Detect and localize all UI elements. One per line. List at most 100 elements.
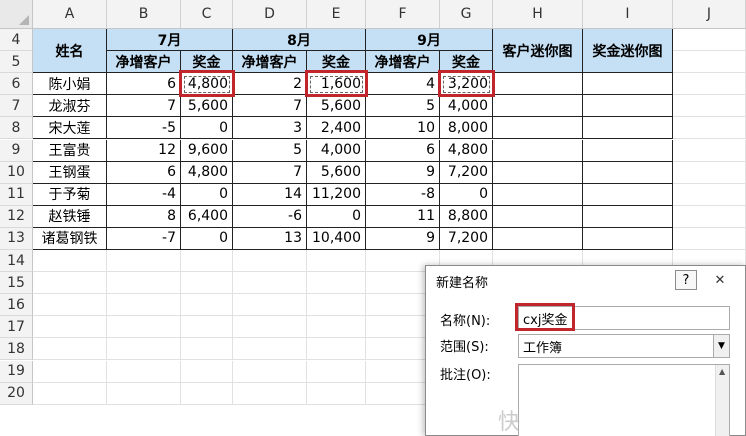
cell[interactable] — [33, 272, 107, 295]
cell-customers[interactable]: 7 — [233, 95, 307, 118]
cell[interactable] — [673, 161, 746, 184]
column-header-h[interactable]: H — [493, 0, 583, 29]
cell-bonus[interactable]: 10,400 — [307, 227, 366, 250]
cell[interactable] — [107, 316, 181, 339]
cell-name[interactable]: 龙淑芬 — [33, 95, 107, 118]
cell-bonus[interactable]: 1,600 — [307, 73, 366, 96]
cell-customers[interactable]: 12 — [107, 139, 181, 162]
cell-customers[interactable]: -7 — [107, 227, 181, 250]
cell[interactable] — [33, 338, 107, 361]
column-header-d[interactable]: D — [233, 0, 307, 29]
column-header-f[interactable]: F — [366, 0, 440, 29]
row-header-7[interactable]: 7 — [0, 95, 33, 118]
header-name[interactable]: 姓名 — [33, 29, 107, 74]
cell-bonus[interactable]: 7,200 — [440, 227, 493, 250]
comment-scrollbar[interactable]: ▲ — [715, 365, 729, 436]
cell-name[interactable]: 王富贵 — [33, 139, 107, 162]
cell-customer-sparkline[interactable] — [493, 227, 583, 250]
cell[interactable] — [107, 382, 181, 405]
cell[interactable] — [673, 227, 746, 250]
cell[interactable] — [33, 382, 107, 405]
cell-bonus[interactable]: 0 — [307, 205, 366, 228]
cell[interactable] — [33, 294, 107, 317]
cell-customers[interactable]: -4 — [107, 183, 181, 206]
cell[interactable] — [233, 382, 307, 405]
cell-bonus[interactable]: 2,400 — [307, 117, 366, 140]
scope-select[interactable]: 工作簿 ▼ — [518, 334, 730, 358]
cell[interactable] — [673, 29, 746, 52]
row-header-4[interactable]: 4 — [0, 29, 33, 52]
cell[interactable] — [181, 316, 233, 339]
cell[interactable] — [107, 250, 181, 273]
cell[interactable] — [307, 338, 366, 361]
cell-bonus-sparkline[interactable] — [583, 205, 673, 228]
cell-bonus-sparkline[interactable] — [583, 95, 673, 118]
cell-customers[interactable]: 9 — [366, 161, 440, 184]
cell-bonus[interactable]: 8,000 — [440, 117, 493, 140]
cell-customers[interactable]: 3 — [233, 117, 307, 140]
cell-customer-sparkline[interactable] — [493, 117, 583, 140]
cell[interactable] — [181, 250, 233, 273]
row-header-14[interactable]: 14 — [0, 250, 33, 273]
header-bonus[interactable]: 奖金 — [440, 51, 493, 74]
cell-bonus-sparkline[interactable] — [583, 139, 673, 162]
cell-name[interactable]: 赵铁锤 — [33, 205, 107, 228]
cell-customers[interactable]: 2 — [233, 73, 307, 96]
header-bonus[interactable]: 奖金 — [307, 51, 366, 74]
cell[interactable] — [107, 272, 181, 295]
row-header-11[interactable]: 11 — [0, 183, 33, 206]
cell[interactable] — [673, 95, 746, 118]
row-header-9[interactable]: 9 — [0, 139, 33, 162]
header-customer-sparkline[interactable]: 客户迷你图 — [493, 29, 583, 74]
cell[interactable] — [673, 139, 746, 162]
cell-customer-sparkline[interactable] — [493, 139, 583, 162]
cell-name[interactable]: 陈小娟 — [33, 73, 107, 96]
cell-bonus[interactable]: 9,600 — [181, 139, 233, 162]
row-header-20[interactable]: 20 — [0, 382, 33, 405]
cell-bonus-sparkline[interactable] — [583, 227, 673, 250]
row-header-15[interactable]: 15 — [0, 272, 33, 295]
cell-bonus[interactable]: 8,800 — [440, 205, 493, 228]
header-customers[interactable]: 净增客户 — [233, 51, 307, 74]
cell[interactable] — [233, 338, 307, 361]
cell[interactable] — [181, 294, 233, 317]
name-input[interactable]: cxj奖金 — [518, 306, 730, 330]
column-header-e[interactable]: E — [307, 0, 366, 29]
row-header-6[interactable]: 6 — [0, 73, 33, 96]
cell-name[interactable]: 宋大莲 — [33, 117, 107, 140]
cell[interactable] — [233, 294, 307, 317]
cell-bonus[interactable]: 4,800 — [440, 139, 493, 162]
row-header-17[interactable]: 17 — [0, 316, 33, 339]
cell-bonus[interactable]: 5,600 — [307, 161, 366, 184]
cell[interactable] — [33, 360, 107, 383]
cell-bonus[interactable]: 0 — [181, 117, 233, 140]
cell-customers[interactable]: 13 — [233, 227, 307, 250]
cell[interactable] — [307, 316, 366, 339]
cell-customers[interactable]: 10 — [366, 117, 440, 140]
cell-bonus[interactable]: 4,800 — [181, 161, 233, 184]
cell[interactable] — [233, 360, 307, 383]
cell[interactable] — [181, 360, 233, 383]
cell[interactable] — [307, 250, 366, 273]
row-header-5[interactable]: 5 — [0, 51, 33, 74]
cell-bonus-sparkline[interactable] — [583, 183, 673, 206]
cell-bonus[interactable]: 0 — [181, 227, 233, 250]
cell-customers[interactable]: -6 — [233, 205, 307, 228]
row-header-19[interactable]: 19 — [0, 360, 33, 383]
cell[interactable] — [673, 73, 746, 96]
cell[interactable] — [107, 338, 181, 361]
cell[interactable] — [181, 338, 233, 361]
cell-customer-sparkline[interactable] — [493, 95, 583, 118]
cell[interactable] — [673, 51, 746, 74]
cell[interactable] — [233, 272, 307, 295]
cell-customers[interactable]: 5 — [366, 95, 440, 118]
cell-bonus[interactable]: 4,800 — [181, 73, 233, 96]
cell-bonus[interactable]: 5,600 — [181, 95, 233, 118]
cell[interactable] — [673, 117, 746, 140]
cell-bonus[interactable]: 4,000 — [307, 139, 366, 162]
close-button[interactable]: ✕ — [703, 270, 737, 290]
header-bonus[interactable]: 奖金 — [181, 51, 233, 74]
comment-textarea[interactable]: ▲ — [518, 364, 730, 436]
header-month-sep[interactable]: 9月 — [366, 29, 493, 52]
cell-bonus[interactable]: 4,000 — [440, 95, 493, 118]
